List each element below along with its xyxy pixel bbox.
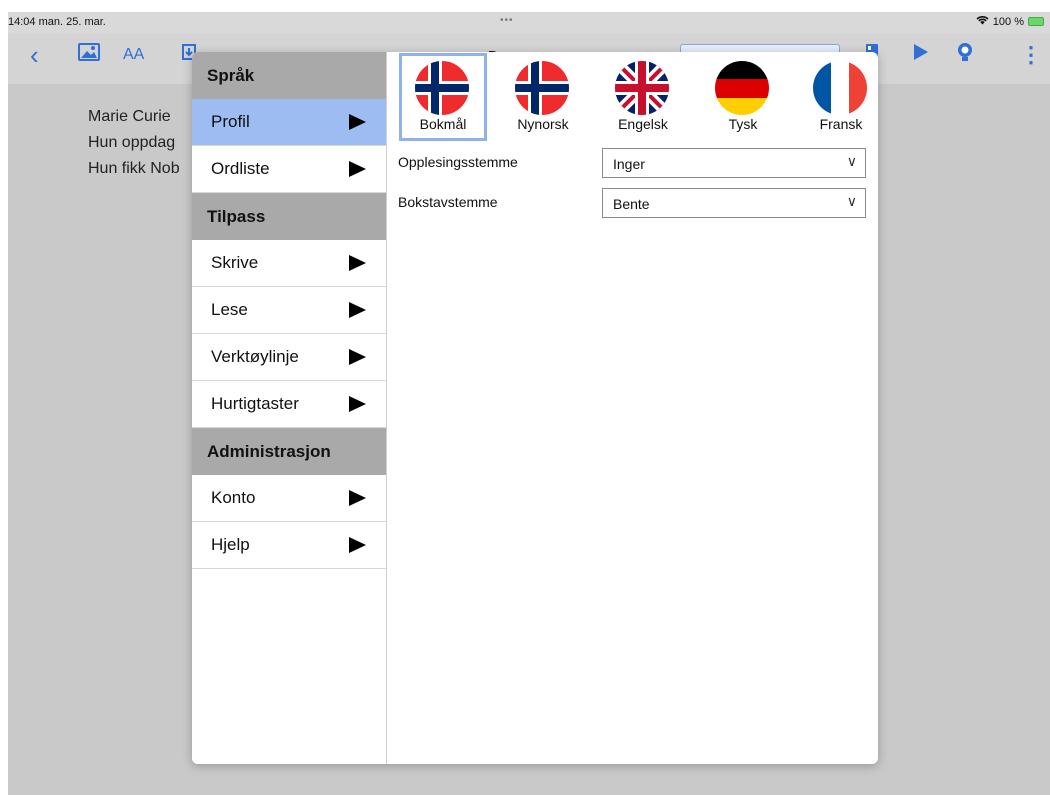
language-selector: Bokmål Nynorsk Engelsk Tysk Fransk [388, 53, 878, 141]
settings-content: Bokmål Nynorsk Engelsk Tysk Fransk Opple… [388, 52, 878, 764]
arrow-right-icon [349, 490, 366, 506]
chevron-down-icon: ∨ [846, 153, 857, 169]
language-label: Tysk [728, 116, 758, 132]
reading-voice-row: Opplesingsstemme Inger ∨ [398, 148, 868, 180]
sidebar-item-lese[interactable]: Lese [192, 287, 386, 334]
reading-voice-select[interactable]: Inger ∨ [602, 148, 866, 178]
back-icon[interactable]: ‹ [30, 42, 39, 68]
more-vertical-icon[interactable]: ⋮ [1020, 42, 1042, 68]
france-flag-icon [813, 61, 867, 115]
language-option-bokmal[interactable]: Bokmål [398, 53, 487, 141]
section-header-sprak: Språk [192, 52, 386, 99]
arrow-right-icon [349, 161, 366, 177]
sidebar-item-profil[interactable]: Profil [192, 99, 386, 146]
language-label: Nynorsk [517, 116, 569, 132]
sidebar-item-label: Konto [211, 488, 256, 507]
sidebar-item-label: Lese [211, 300, 248, 319]
reading-voice-label: Opplesingsstemme [398, 154, 518, 170]
document-line: Hun fikk Nob [88, 160, 180, 177]
sidebar-item-verktoylinje[interactable]: Verktøylinje [192, 334, 386, 381]
battery-icon [1028, 17, 1044, 26]
multitasking-dots[interactable]: ••• [500, 15, 514, 26]
settings-panel: Språk Profil Ordliste Tilpass Skrive Les… [192, 52, 878, 764]
sidebar-item-label: Verktøylinje [211, 347, 299, 366]
sidebar-item-label: Skrive [211, 253, 259, 272]
sidebar-item-skrive[interactable]: Skrive [192, 240, 386, 287]
arrow-right-icon [349, 396, 366, 412]
sidebar-item-ordliste[interactable]: Ordliste [192, 146, 386, 193]
document-text[interactable]: Marie Curie Hun oppdag Hun fikk Nob [88, 104, 180, 182]
status-bar: 14:04 man. 25. mar. ••• 100 % [8, 12, 1050, 34]
status-time: 14:04 man. 25. mar. [8, 16, 106, 28]
language-option-engelsk[interactable]: Engelsk [598, 56, 678, 138]
norway-flag-icon [415, 61, 469, 115]
sidebar-item-label: Ordliste [211, 159, 270, 178]
uk-flag-icon [615, 61, 669, 115]
battery-status: 100 % [976, 15, 1044, 28]
image-icon[interactable] [78, 42, 100, 68]
arrow-right-icon [349, 114, 366, 130]
sidebar-item-konto[interactable]: Konto [192, 475, 386, 522]
arrow-right-icon [349, 349, 366, 365]
language-label: Fransk [819, 116, 863, 132]
text-size-button[interactable]: AA [123, 42, 144, 68]
sidebar-item-label: Profil [211, 112, 250, 131]
document-line: Marie Curie [88, 108, 171, 125]
language-label: Bokmål [419, 116, 467, 132]
norway-flag-icon [515, 61, 569, 115]
play-icon[interactable] [913, 42, 929, 68]
language-option-nynorsk[interactable]: Nynorsk [498, 56, 578, 138]
section-header-administrasjon: Administrasjon [192, 428, 386, 475]
letter-voice-value: Bente [613, 196, 650, 212]
language-option-fransk[interactable]: Fransk [796, 56, 876, 138]
germany-flag-icon [715, 61, 769, 115]
lightbulb-icon[interactable] [956, 42, 974, 71]
wifi-icon [976, 15, 989, 28]
arrow-right-icon [349, 537, 366, 553]
sidebar-item-label: Hjelp [211, 535, 250, 554]
arrow-right-icon [349, 255, 366, 271]
letter-voice-row: Bokstavstemme Bente ∨ [398, 188, 868, 220]
section-header-tilpass: Tilpass [192, 193, 386, 240]
letter-voice-select[interactable]: Bente ∨ [602, 188, 866, 218]
language-option-tysk[interactable]: Tysk [698, 56, 778, 138]
document-line: Hun oppdag [88, 134, 176, 151]
settings-sidebar: Språk Profil Ordliste Tilpass Skrive Les… [192, 52, 387, 764]
arrow-right-icon [349, 302, 366, 318]
reading-voice-value: Inger [613, 156, 645, 172]
sidebar-item-hjelp[interactable]: Hjelp [192, 522, 386, 569]
chevron-down-icon: ∨ [846, 193, 857, 209]
letter-voice-label: Bokstavstemme [398, 194, 498, 210]
sidebar-item-hurtigtaster[interactable]: Hurtigtaster [192, 381, 386, 428]
sidebar-item-label: Hurtigtaster [211, 394, 299, 413]
battery-percent: 100 % [992, 15, 1024, 28]
language-label: Engelsk [618, 116, 668, 132]
